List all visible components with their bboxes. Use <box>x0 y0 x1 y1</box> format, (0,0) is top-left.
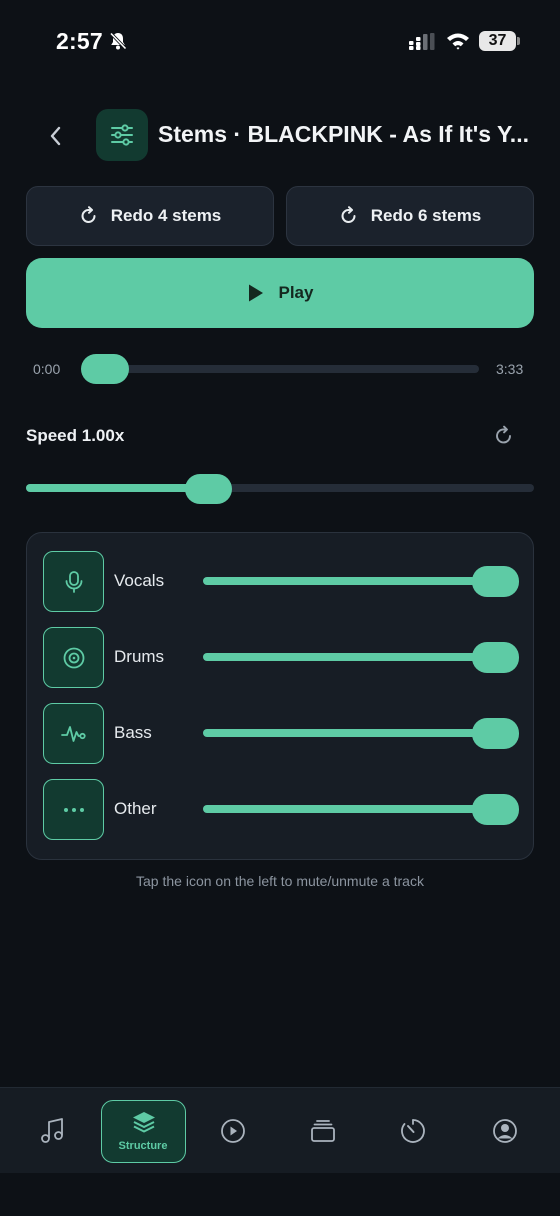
nav-library[interactable] <box>293 1088 353 1174</box>
mute-hint-text: Tap the icon on the left to mute/unmute … <box>136 873 424 889</box>
redo-4-stems-label: Redo 4 stems <box>110 206 222 225</box>
play-label: Play <box>278 283 314 302</box>
status-bar: 2:57 37 <box>0 0 560 84</box>
nav-structure-label: Structure <box>118 1140 168 1152</box>
total-time: 3:33 <box>496 361 524 377</box>
playback-progress-track[interactable] <box>83 365 479 373</box>
redo-6-stems-label: Redo 6 stems <box>370 206 482 225</box>
refresh-icon <box>496 425 511 444</box>
chevron-left-icon <box>50 126 61 146</box>
refresh-icon <box>81 206 96 223</box>
waveform-icon <box>60 725 86 742</box>
play-circle-icon <box>221 1119 245 1143</box>
drums-volume-track[interactable] <box>203 653 493 661</box>
play-button[interactable]: Play <box>26 258 534 328</box>
stem-row-vocals: Vocals <box>27 551 535 613</box>
bass-volume-thumb[interactable] <box>472 718 519 749</box>
drums-volume-thumb[interactable] <box>472 642 519 673</box>
stems-header-icon <box>96 109 148 161</box>
vocals-volume-track[interactable] <box>203 577 493 585</box>
music-note-icon <box>41 1118 63 1143</box>
speed-slider-thumb[interactable] <box>185 474 233 504</box>
bell-muted-icon <box>109 32 127 50</box>
battery-indicator: 37 <box>479 31 521 51</box>
other-volume-track[interactable] <box>203 805 493 813</box>
stems-card: Vocals Drums Bass Other <box>26 532 534 860</box>
stem-label: Other <box>114 799 157 818</box>
sliders-icon <box>111 124 133 146</box>
other-volume-thumb[interactable] <box>472 794 519 825</box>
wifi-icon <box>447 33 469 50</box>
play-icon <box>248 284 263 302</box>
battery-level: 37 <box>488 32 507 49</box>
nav-player[interactable] <box>203 1088 263 1174</box>
other-mute-toggle[interactable] <box>43 779 104 840</box>
refresh-icon <box>341 206 356 223</box>
nav-structure[interactable]: Structure <box>101 1100 186 1163</box>
back-button[interactable] <box>38 118 74 154</box>
nav-music[interactable] <box>23 1088 83 1174</box>
bottom-nav: Structure <box>0 1087 560 1173</box>
mic-icon <box>65 570 82 593</box>
stem-label: Drums <box>114 647 165 666</box>
current-time: 0:00 <box>33 361 61 377</box>
page-title: Stems · BLACKPINK - As If It's Y... <box>158 121 529 147</box>
bass-mute-toggle[interactable] <box>43 703 104 764</box>
stem-row-other: Other <box>27 779 535 841</box>
stem-label: Vocals <box>114 571 165 590</box>
bass-volume-track[interactable] <box>203 729 493 737</box>
redo-6-stems-button[interactable]: Redo 6 stems <box>286 186 534 246</box>
stem-row-bass: Bass <box>27 703 535 765</box>
drum-icon <box>63 647 84 668</box>
vocals-volume-thumb[interactable] <box>472 566 519 597</box>
speed-slider-fill <box>26 484 209 492</box>
more-dots-icon <box>63 807 84 812</box>
nav-timer[interactable] <box>383 1088 443 1174</box>
status-time: 2:57 <box>56 28 103 54</box>
nav-profile[interactable] <box>475 1088 535 1174</box>
user-circle-icon <box>493 1119 517 1143</box>
timer-icon <box>401 1119 425 1143</box>
stem-row-drums: Drums <box>27 627 535 689</box>
speed-label: Speed 1.00x <box>26 426 125 445</box>
speed-reset-button[interactable] <box>490 422 518 450</box>
drums-mute-toggle[interactable] <box>43 627 104 688</box>
stem-label: Bass <box>114 723 152 742</box>
redo-4-stems-button[interactable]: Redo 4 stems <box>26 186 274 246</box>
speed-slider-track[interactable] <box>26 484 534 492</box>
cellular-signal-icon <box>409 33 435 50</box>
playback-progress-thumb[interactable] <box>81 354 129 384</box>
layers-icon <box>133 1112 155 1133</box>
vocals-mute-toggle[interactable] <box>43 551 104 612</box>
stack-icon <box>311 1120 335 1142</box>
